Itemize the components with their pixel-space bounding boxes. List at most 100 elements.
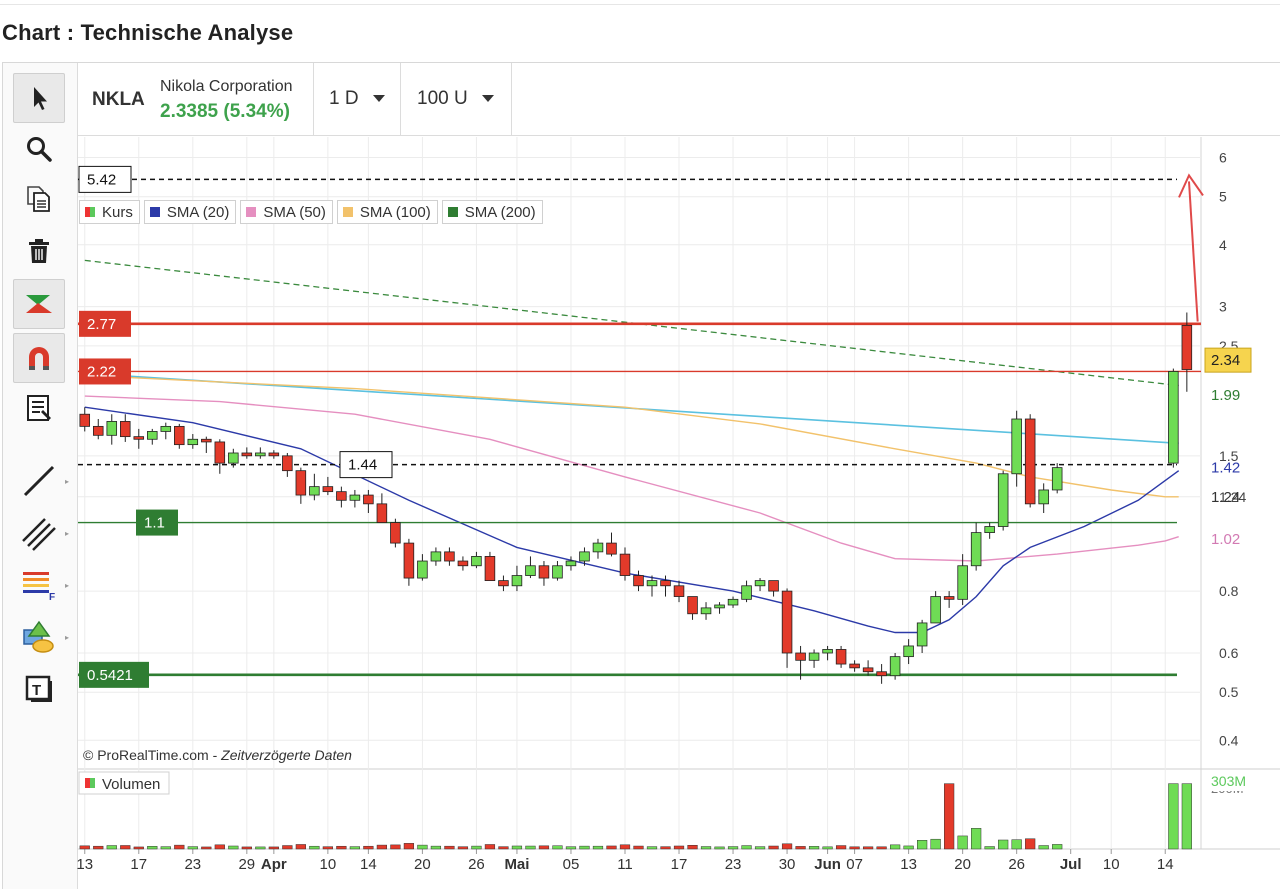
- candle[interactable]: [214, 441, 226, 464]
- candle[interactable]: [889, 656, 901, 677]
- candle[interactable]: [92, 425, 104, 436]
- candle[interactable]: [916, 622, 928, 647]
- volume-bar: [228, 845, 239, 850]
- candle[interactable]: [349, 494, 361, 501]
- candle[interactable]: [633, 575, 644, 587]
- candle[interactable]: [673, 585, 685, 597]
- candle[interactable]: [255, 452, 266, 457]
- candle[interactable]: [498, 580, 509, 587]
- candle[interactable]: [268, 452, 280, 457]
- candle[interactable]: [160, 425, 172, 432]
- x-tick-label: 14: [1157, 856, 1174, 873]
- volume-bar: [849, 846, 860, 850]
- volume-swatch: [85, 778, 90, 788]
- volume-bar: [795, 846, 806, 850]
- volume-bar: [930, 838, 941, 850]
- candle[interactable]: [1024, 418, 1036, 505]
- candle[interactable]: [619, 553, 631, 576]
- candle[interactable]: [295, 470, 307, 496]
- candle[interactable]: [700, 607, 712, 615]
- candle[interactable]: [795, 652, 806, 661]
- candle[interactable]: [390, 522, 401, 544]
- chart-frame: ▸ ▸ F ▸ ▸ T NKLA Nikola Corporation 2.33…: [2, 62, 1280, 889]
- volume-bar: [1168, 783, 1179, 850]
- candle[interactable]: [565, 560, 577, 567]
- candle[interactable]: [457, 560, 469, 567]
- candle[interactable]: [282, 455, 293, 472]
- candle[interactable]: [147, 431, 158, 440]
- candle[interactable]: [808, 652, 820, 661]
- candle[interactable]: [174, 425, 185, 446]
- candle[interactable]: [430, 551, 442, 562]
- candle[interactable]: [1038, 489, 1049, 505]
- candle[interactable]: [876, 671, 887, 677]
- candle[interactable]: [903, 645, 914, 658]
- legend-sma50[interactable]: SMA (50): [240, 200, 333, 224]
- candle[interactable]: [943, 596, 955, 600]
- candle[interactable]: [768, 580, 779, 592]
- candle[interactable]: [822, 649, 833, 654]
- volume-bar: [781, 843, 793, 850]
- volume-label: Volumen: [102, 776, 160, 793]
- candle[interactable]: [606, 542, 617, 555]
- candle[interactable]: [970, 532, 982, 567]
- x-tick-label: 20: [414, 856, 431, 873]
- legend-sma20[interactable]: SMA (20): [143, 200, 237, 224]
- candle[interactable]: [997, 473, 1009, 527]
- candle[interactable]: [552, 565, 563, 579]
- candle[interactable]: [781, 590, 793, 654]
- candle[interactable]: [687, 596, 698, 615]
- candle[interactable]: [106, 421, 118, 436]
- legend-sma200[interactable]: SMA (200): [441, 200, 543, 224]
- candle[interactable]: [403, 542, 415, 579]
- candle[interactable]: [592, 542, 604, 553]
- candle[interactable]: [1168, 371, 1179, 464]
- candle[interactable]: [646, 580, 658, 587]
- candle[interactable]: [322, 486, 334, 493]
- candle[interactable]: [930, 596, 941, 624]
- candle[interactable]: [538, 565, 550, 579]
- candle[interactable]: [1181, 324, 1193, 370]
- candle[interactable]: [187, 438, 199, 446]
- candle[interactable]: [376, 503, 388, 523]
- candle[interactable]: [79, 413, 91, 427]
- candle[interactable]: [363, 494, 374, 505]
- price-chart[interactable]: 13 17 23 29 Apr 10 14 20 26 Mai 05 11 17 23 30 Jun 07 13 2…: [3, 63, 1280, 889]
- candle[interactable]: [525, 565, 536, 576]
- candle[interactable]: [754, 580, 766, 587]
- volume-bar: [309, 845, 320, 850]
- volume-bar: [160, 846, 171, 850]
- candle[interactable]: [862, 667, 874, 673]
- candle[interactable]: [471, 556, 482, 567]
- level-label: 2.22: [87, 363, 116, 380]
- candle[interactable]: [336, 491, 347, 501]
- candle[interactable]: [660, 580, 671, 587]
- target-arrow[interactable]: [1188, 181, 1199, 322]
- candle[interactable]: [511, 575, 523, 587]
- candle[interactable]: [309, 486, 320, 496]
- candle[interactable]: [241, 452, 253, 457]
- candle[interactable]: [1051, 467, 1063, 491]
- legend-kurs[interactable]: Kurs: [79, 200, 140, 224]
- candle[interactable]: [120, 421, 131, 438]
- candle[interactable]: [835, 649, 847, 665]
- candle[interactable]: [484, 556, 496, 582]
- candle[interactable]: [984, 526, 995, 533]
- volume-bar: [187, 846, 198, 850]
- candle[interactable]: [727, 598, 739, 606]
- candle[interactable]: [957, 565, 968, 600]
- candle[interactable]: [228, 452, 239, 464]
- candle[interactable]: [444, 551, 455, 562]
- candle[interactable]: [579, 551, 590, 562]
- candle[interactable]: [714, 604, 725, 609]
- volume-bar: [984, 846, 995, 850]
- candle[interactable]: [417, 560, 428, 579]
- kurs-swatch: [85, 207, 95, 217]
- legend-sma100[interactable]: SMA (100): [336, 200, 438, 224]
- candle[interactable]: [741, 585, 752, 600]
- candle[interactable]: [1011, 418, 1022, 475]
- volume-bar: [944, 783, 955, 850]
- candle[interactable]: [133, 436, 145, 440]
- candle[interactable]: [201, 438, 212, 443]
- candle[interactable]: [849, 663, 860, 669]
